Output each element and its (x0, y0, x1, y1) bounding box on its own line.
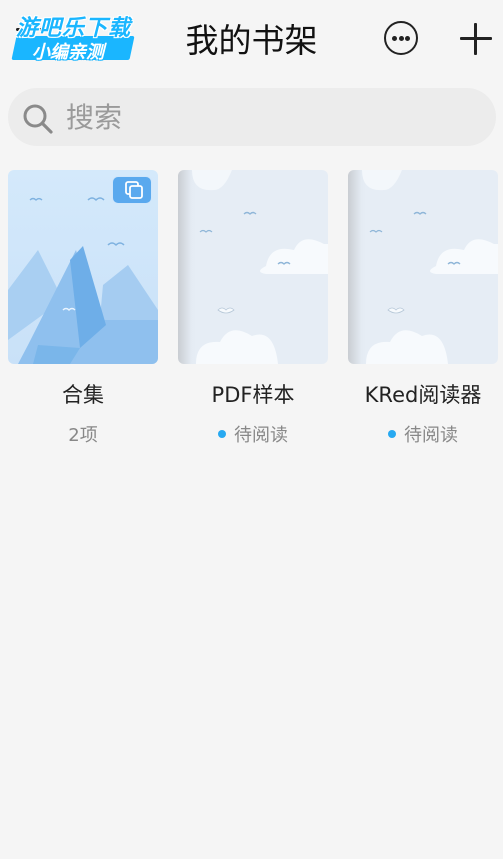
status-label: 待阅读 (404, 425, 458, 446)
book-title: 合集 (62, 383, 104, 407)
status-dot (218, 430, 226, 438)
status-label: 待阅读 (234, 425, 288, 446)
reading-status: 待阅读 (348, 421, 498, 447)
default-cover-art (348, 170, 498, 364)
default-cover-art (178, 170, 328, 364)
shelf-item-collection[interactable]: 合集 2项 (8, 170, 158, 447)
plus-icon[interactable] (459, 22, 493, 56)
top-bar: 游吧乐下载 小编亲测 我的书架 (0, 0, 503, 80)
shelf-item-kred-reader[interactable]: KRed阅读器 待阅读 (348, 170, 498, 447)
book-cover[interactable] (348, 170, 498, 364)
bookshelf-screen: 游吧乐下载 小编亲测 我的书架 搜索 合集 2项 PDF样本 待阅读 KRed阅… (0, 0, 503, 859)
reading-status: 待阅读 (178, 421, 328, 447)
search-input[interactable] (66, 97, 476, 137)
collection-icon (112, 176, 152, 204)
status-dot (388, 430, 396, 438)
book-count: 2项 (68, 425, 98, 446)
more-icon[interactable] (384, 21, 418, 55)
book-title: KRed阅读器 (364, 383, 482, 407)
page-title: 我的书架 (185, 21, 318, 60)
book-cover[interactable] (8, 170, 158, 364)
search-icon (23, 104, 53, 134)
book-title: PDF样本 (211, 383, 295, 407)
book-cover[interactable] (178, 170, 328, 364)
search-bar[interactable] (8, 88, 496, 146)
shelf-item-pdf-sample[interactable]: PDF样本 待阅读 (178, 170, 328, 447)
